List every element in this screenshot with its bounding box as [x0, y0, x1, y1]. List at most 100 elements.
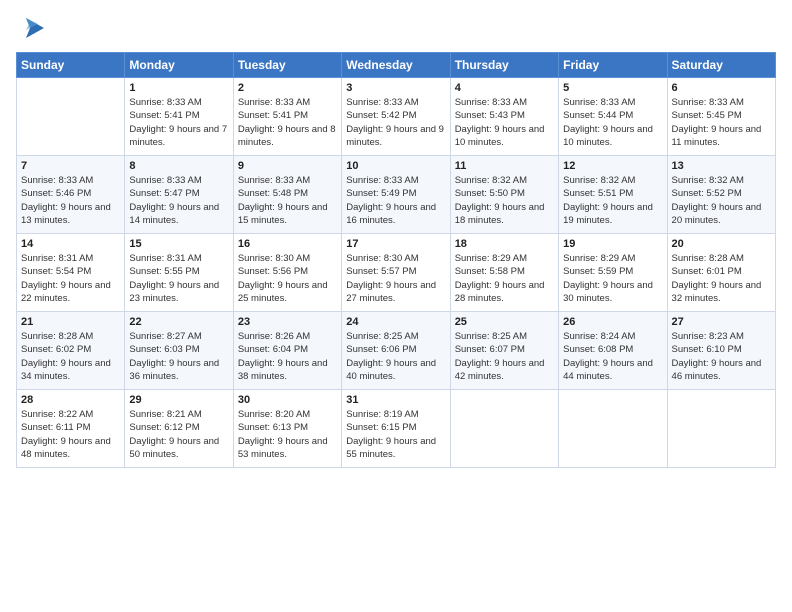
day-info: Sunrise: 8:33 AMSunset: 5:42 PMDaylight:…: [346, 96, 445, 149]
calendar-cell: 28Sunrise: 8:22 AMSunset: 6:11 PMDayligh…: [17, 390, 125, 468]
calendar-cell: 26Sunrise: 8:24 AMSunset: 6:08 PMDayligh…: [559, 312, 667, 390]
day-info: Sunrise: 8:26 AMSunset: 6:04 PMDaylight:…: [238, 330, 337, 383]
day-info: Sunrise: 8:33 AMSunset: 5:47 PMDaylight:…: [129, 174, 228, 227]
day-info: Sunrise: 8:29 AMSunset: 5:59 PMDaylight:…: [563, 252, 662, 305]
calendar-cell: [450, 390, 558, 468]
day-info: Sunrise: 8:32 AMSunset: 5:51 PMDaylight:…: [563, 174, 662, 227]
day-number: 29: [129, 394, 228, 406]
calendar-cell: 15Sunrise: 8:31 AMSunset: 5:55 PMDayligh…: [125, 234, 233, 312]
calendar-cell: 18 Sunrise: 8:29 AMSunset: 5:58 PMDayligh…: [450, 234, 558, 312]
day-number: 8: [129, 160, 228, 172]
calendar-cell: 6 Sunrise: 8:33 AMSunset: 5:45 PMDaylight…: [667, 78, 775, 156]
day-info: Sunrise: 8:32 AMSunset: 5:50 PMDaylight:…: [455, 174, 554, 227]
day-info: Sunrise: 8:21 AMSunset: 6:12 PMDaylight:…: [129, 408, 228, 461]
calendar-cell: 31 Sunrise: 8:19 AMSunset: 6:15 PMDayligh…: [342, 390, 450, 468]
day-number: 13: [672, 160, 771, 172]
day-number: 4: [455, 82, 554, 94]
day-info: Sunrise: 8:19 AMSunset: 6:15 PMDaylight:…: [346, 408, 445, 461]
day-number: 3: [346, 82, 445, 94]
logo: [16, 10, 54, 46]
day-number: 20: [672, 238, 771, 250]
day-info: Sunrise: 8:23 AMSunset: 6:10 PMDaylight:…: [672, 330, 771, 383]
weekday-header: Wednesday: [342, 53, 450, 78]
weekday-header: Friday: [559, 53, 667, 78]
page: SundayMondayTuesdayWednesdayThursdayFrid…: [0, 0, 792, 612]
day-number: 16: [238, 238, 337, 250]
calendar-cell: [17, 78, 125, 156]
day-number: 17: [346, 238, 445, 250]
day-number: 24: [346, 316, 445, 328]
day-number: 14: [21, 238, 120, 250]
calendar-cell: 29 Sunrise: 8:21 AMSunset: 6:12 PMDayligh…: [125, 390, 233, 468]
day-info: Sunrise: 8:25 AMSunset: 6:06 PMDaylight:…: [346, 330, 445, 383]
day-info: Sunrise: 8:33 AMSunset: 5:46 PMDaylight:…: [21, 174, 120, 227]
weekday-header: Sunday: [17, 53, 125, 78]
day-number: 15: [129, 238, 228, 250]
day-info: Sunrise: 8:33 AMSunset: 5:43 PMDaylight:…: [455, 96, 554, 149]
calendar-cell: 24 Sunrise: 8:25 AMSunset: 6:06 PMDayligh…: [342, 312, 450, 390]
calendar-cell: 4 Sunrise: 8:33 AMSunset: 5:43 PMDaylight…: [450, 78, 558, 156]
day-info: Sunrise: 8:33 AMSunset: 5:48 PMDaylight:…: [238, 174, 337, 227]
day-info: Sunrise: 8:28 AMSunset: 6:01 PMDaylight:…: [672, 252, 771, 305]
calendar-cell: 8 Sunrise: 8:33 AMSunset: 5:47 PMDaylight…: [125, 156, 233, 234]
day-number: 25: [455, 316, 554, 328]
day-number: 10: [346, 160, 445, 172]
day-info: Sunrise: 8:29 AMSunset: 5:58 PMDaylight:…: [455, 252, 554, 305]
header: [16, 10, 776, 46]
logo-icon: [16, 10, 52, 46]
calendar-cell: 19Sunrise: 8:29 AMSunset: 5:59 PMDayligh…: [559, 234, 667, 312]
calendar-week-row: 14Sunrise: 8:31 AMSunset: 5:54 PMDayligh…: [17, 234, 776, 312]
calendar-table: SundayMondayTuesdayWednesdayThursdayFrid…: [16, 52, 776, 468]
day-number: 23: [238, 316, 337, 328]
calendar-cell: 12 Sunrise: 8:32 AMSunset: 5:51 PMDayligh…: [559, 156, 667, 234]
calendar-cell: 9 Sunrise: 8:33 AMSunset: 5:48 PMDaylight…: [233, 156, 341, 234]
day-info: Sunrise: 8:28 AMSunset: 6:02 PMDaylight:…: [21, 330, 120, 383]
day-number: 21: [21, 316, 120, 328]
calendar-cell: 20 Sunrise: 8:28 AMSunset: 6:01 PMDayligh…: [667, 234, 775, 312]
day-info: Sunrise: 8:33 AMSunset: 5:41 PMDaylight:…: [129, 96, 228, 149]
day-info: Sunrise: 8:33 AMSunset: 5:49 PMDaylight:…: [346, 174, 445, 227]
day-info: Sunrise: 8:33 AMSunset: 5:41 PMDaylight:…: [238, 96, 337, 149]
calendar-week-row: 7 Sunrise: 8:33 AMSunset: 5:46 PMDaylight…: [17, 156, 776, 234]
day-number: 22: [129, 316, 228, 328]
calendar-cell: 25 Sunrise: 8:25 AMSunset: 6:07 PMDayligh…: [450, 312, 558, 390]
day-info: Sunrise: 8:30 AMSunset: 5:56 PMDaylight:…: [238, 252, 337, 305]
weekday-header: Tuesday: [233, 53, 341, 78]
calendar-cell: 7 Sunrise: 8:33 AMSunset: 5:46 PMDaylight…: [17, 156, 125, 234]
calendar-week-row: 1Sunrise: 8:33 AMSunset: 5:41 PMDaylight…: [17, 78, 776, 156]
day-number: 12: [563, 160, 662, 172]
calendar-week-row: 21 Sunrise: 8:28 AMSunset: 6:02 PMDayligh…: [17, 312, 776, 390]
day-info: Sunrise: 8:30 AMSunset: 5:57 PMDaylight:…: [346, 252, 445, 305]
calendar-cell: 30 Sunrise: 8:20 AMSunset: 6:13 PMDayligh…: [233, 390, 341, 468]
weekday-header: Thursday: [450, 53, 558, 78]
day-info: Sunrise: 8:27 AMSunset: 6:03 PMDaylight:…: [129, 330, 228, 383]
calendar-cell: 5Sunrise: 8:33 AMSunset: 5:44 PMDaylight…: [559, 78, 667, 156]
calendar-cell: [667, 390, 775, 468]
calendar-cell: 1Sunrise: 8:33 AMSunset: 5:41 PMDaylight…: [125, 78, 233, 156]
day-info: Sunrise: 8:32 AMSunset: 5:52 PMDaylight:…: [672, 174, 771, 227]
header-row: SundayMondayTuesdayWednesdayThursdayFrid…: [17, 53, 776, 78]
calendar-cell: 3 Sunrise: 8:33 AMSunset: 5:42 PMDaylight…: [342, 78, 450, 156]
day-number: 27: [672, 316, 771, 328]
day-number: 7: [21, 160, 120, 172]
calendar-cell: 17 Sunrise: 8:30 AMSunset: 5:57 PMDayligh…: [342, 234, 450, 312]
day-number: 31: [346, 394, 445, 406]
calendar-cell: 16 Sunrise: 8:30 AMSunset: 5:56 PMDayligh…: [233, 234, 341, 312]
calendar-cell: 27 Sunrise: 8:23 AMSunset: 6:10 PMDayligh…: [667, 312, 775, 390]
day-info: Sunrise: 8:20 AMSunset: 6:13 PMDaylight:…: [238, 408, 337, 461]
calendar-cell: 11 Sunrise: 8:32 AMSunset: 5:50 PMDayligh…: [450, 156, 558, 234]
day-number: 18: [455, 238, 554, 250]
calendar-week-row: 28Sunrise: 8:22 AMSunset: 6:11 PMDayligh…: [17, 390, 776, 468]
day-info: Sunrise: 8:25 AMSunset: 6:07 PMDaylight:…: [455, 330, 554, 383]
weekday-header: Monday: [125, 53, 233, 78]
day-info: Sunrise: 8:33 AMSunset: 5:45 PMDaylight:…: [672, 96, 771, 149]
day-number: 6: [672, 82, 771, 94]
day-number: 26: [563, 316, 662, 328]
day-number: 30: [238, 394, 337, 406]
day-number: 9: [238, 160, 337, 172]
calendar-cell: 14Sunrise: 8:31 AMSunset: 5:54 PMDayligh…: [17, 234, 125, 312]
day-number: 11: [455, 160, 554, 172]
calendar-cell: [559, 390, 667, 468]
day-number: 5: [563, 82, 662, 94]
calendar-cell: 23 Sunrise: 8:26 AMSunset: 6:04 PMDayligh…: [233, 312, 341, 390]
